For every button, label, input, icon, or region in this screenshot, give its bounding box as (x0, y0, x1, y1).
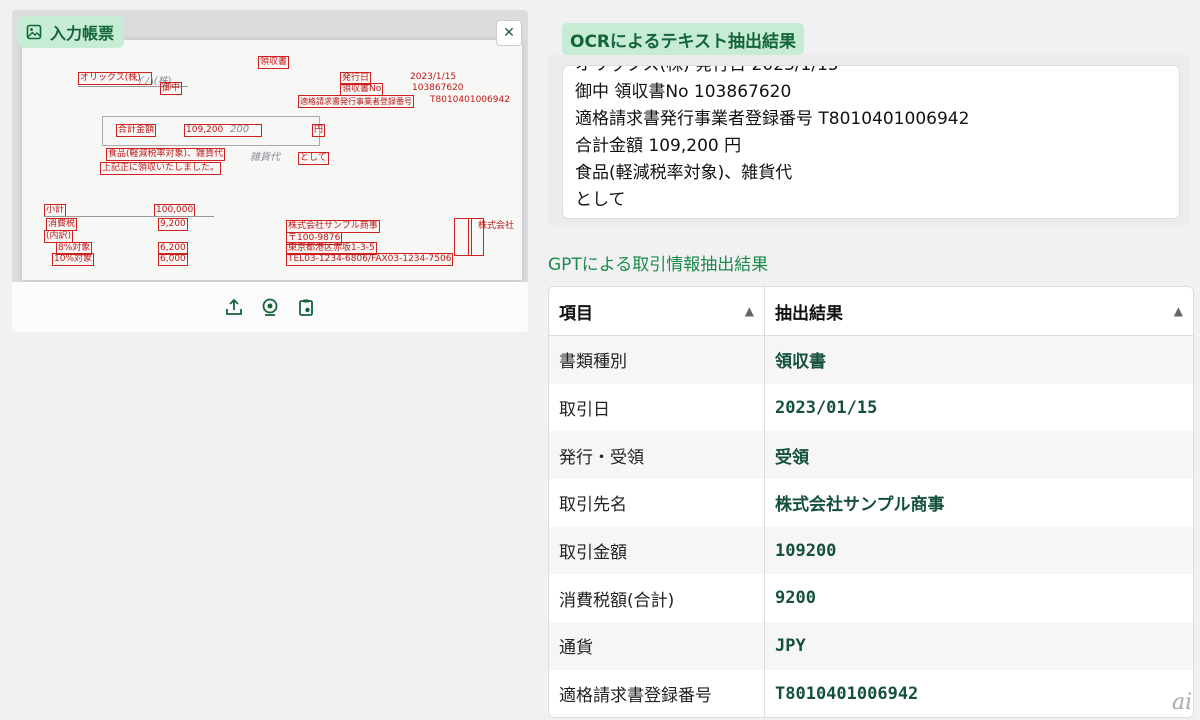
ocr-line: 合計金額 109,200 円 (575, 136, 742, 156)
table-row: 消費税額(合計) 9200 (549, 574, 1193, 623)
ocr-text-output[interactable]: オリックス(株) 発行日 2023/1/15 御中 領収書No 10386762… (562, 65, 1180, 219)
ocr-receipt-no: 103867620 (412, 83, 464, 93)
table-body: 書類種別 領収書 取引日 2023/01/15 発行・受領 受領 取引先名 株式… (549, 336, 1193, 717)
ocr-box-tax10-value: 6,000 (158, 253, 188, 266)
webcam-icon[interactable] (259, 296, 281, 318)
handwritten-items: 雑貨代 (250, 152, 280, 163)
gpt-panel-title: GPTによる取引情報抽出結果 (548, 255, 769, 275)
table-row: 書類種別 領収書 (549, 336, 1193, 384)
table-row: 通貨 JPY (549, 622, 1193, 670)
input-panel: 領収書 オリックス(株) イハ(株) 御中 発行日 2023/1/15 領収書N… (12, 10, 528, 332)
image-icon (26, 24, 42, 40)
table-row: 適格請求書登録番号 T8010401006942 (549, 669, 1193, 717)
table-row: 発行・受領 受領 (549, 431, 1193, 480)
ocr-issue-date: 2023/1/15 (410, 72, 457, 82)
ocr-line: として (575, 190, 626, 210)
table-row: 取引先名 株式会社サンプル商事 (549, 479, 1193, 527)
column-header-item[interactable]: 項目 ▲ (549, 287, 765, 335)
document-preview[interactable]: 領収書 オリックス(株) イハ(株) 御中 発行日 2023/1/15 領収書N… (12, 10, 528, 282)
column-header-label: 抽出結果 (775, 303, 843, 324)
ocr-box-tax-value: 9,200 (158, 218, 188, 231)
subtotal-rule (44, 216, 214, 217)
table-header: 項目 ▲ 抽出結果 ▲ (549, 287, 1193, 336)
column-header-result[interactable]: 抽出結果 ▲ (765, 287, 1193, 335)
ocr-box-items: 食品(軽減税率対象)、雑貨代 (106, 148, 226, 161)
ocr-box-yen: 円 (312, 124, 326, 137)
ocr-line: 食品(軽減税率対象)、雑貨代 (575, 163, 793, 183)
cell-item: 通貨 (549, 622, 765, 670)
ocr-box-title: 領収書 (258, 56, 290, 69)
cell-item: 消費税額(合計) (549, 574, 765, 623)
watermark-logo: ai (1172, 690, 1193, 715)
cell-value: 株式会社サンプル商事 (775, 495, 945, 516)
table-row: 取引金額 109200 (549, 526, 1193, 575)
ocr-line: オリックス(株) 発行日 2023/1/15 (575, 65, 839, 75)
input-toolbar (12, 282, 528, 332)
upload-icon[interactable] (223, 296, 245, 318)
ocr-panel-label: OCRによるテキスト抽出結果 (562, 23, 804, 55)
cell-item: 取引先名 (549, 479, 765, 527)
ocr-line: 御中 領収書No 103867620 (575, 82, 792, 102)
receipt-image: 領収書 オリックス(株) イハ(株) 御中 発行日 2023/1/15 領収書N… (22, 40, 522, 280)
clipboard-icon[interactable] (295, 296, 317, 318)
ocr-stamp-text: 株式会社 (478, 221, 515, 231)
ocr-box-total-value: 109,200 (184, 124, 262, 137)
cell-item: 書類種別 (549, 336, 765, 384)
sort-up-icon[interactable]: ▲ (745, 304, 754, 318)
sort-up-icon[interactable]: ▲ (1174, 304, 1183, 318)
ocr-box-toshite: として (298, 152, 329, 165)
ocr-box-received: 上記正に領収いたしました。 (100, 162, 222, 175)
ocr-box-tax10-label: 10%対象 (52, 253, 95, 266)
clear-image-button[interactable]: ✕ (496, 20, 522, 46)
cell-item: 発行・受領 (549, 431, 765, 480)
ocr-box-onchu: 御中 (160, 82, 183, 95)
ocr-box-total-label: 合計金額 (116, 124, 157, 137)
cell-item: 適格請求書登録番号 (549, 669, 765, 717)
ocr-reg-no: T8010401006942 (430, 95, 510, 105)
column-header-label: 項目 (559, 303, 593, 324)
ocr-panel: オリックス(株) 発行日 2023/1/15 御中 領収書No 10386762… (548, 55, 1190, 225)
cell-value: 9200 (775, 588, 816, 609)
input-panel-title: 入力帳票 (50, 24, 115, 43)
cell-value: 領収書 (775, 352, 826, 373)
cell-item: 取引金額 (549, 526, 765, 575)
table-row: 取引日 2023/01/15 (549, 383, 1193, 432)
cell-value: 受領 (775, 447, 809, 468)
ocr-box-reg-label: 適格請求書発行事業者登録番号 (298, 95, 414, 108)
cell-item: 取引日 (549, 383, 765, 432)
ocr-box-tel: TEL03-1234-6806/FAX03-1234-7506 (286, 253, 454, 266)
close-icon: ✕ (503, 25, 515, 41)
handwritten-total: 200 (230, 124, 250, 135)
cell-value: T8010401006942 (775, 683, 919, 704)
ocr-lines: オリックス(株) 発行日 2023/1/15 御中 領収書No 10386762… (563, 65, 1179, 214)
input-panel-label: 入力帳票 (18, 16, 125, 48)
cell-value: 109200 (775, 540, 837, 561)
cell-value: JPY (775, 635, 806, 656)
cell-value: 2023/01/15 (775, 397, 878, 418)
ocr-line: 適格請求書発行事業者登録番号 T8010401006942 (575, 109, 970, 129)
gpt-result-table: 項目 ▲ 抽出結果 ▲ 書類種別 領収書 取引日 2023/01/15 発行・受… (548, 286, 1194, 718)
